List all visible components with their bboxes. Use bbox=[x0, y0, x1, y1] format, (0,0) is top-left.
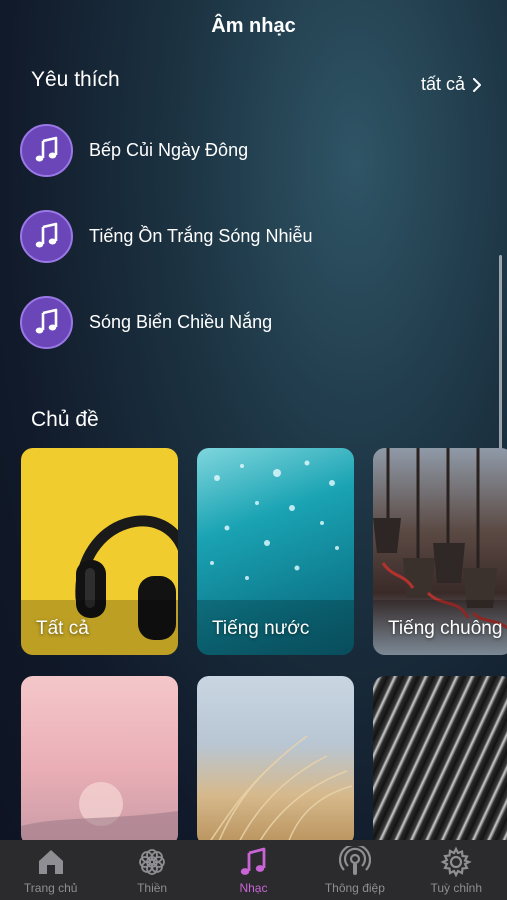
favorite-label: Sóng Biển Chiều Nắng bbox=[89, 311, 273, 332]
topic-card-label: Tiếng nước bbox=[212, 618, 310, 639]
topic-card-water[interactable]: Tiếng nước bbox=[197, 448, 354, 655]
music-note-icon bbox=[20, 295, 73, 349]
tab-messages[interactable]: Thông điệp bbox=[304, 845, 405, 895]
topic-card-all[interactable]: Tất cả bbox=[21, 448, 178, 655]
lotus-icon bbox=[139, 848, 165, 875]
tab-label: Thiền bbox=[137, 880, 168, 895]
tab-meditation[interactable]: Thiền bbox=[102, 846, 203, 895]
podcast-icon bbox=[338, 845, 371, 875]
topic-card-label: Tiếng chuông bbox=[388, 618, 503, 639]
tab-settings[interactable]: Tuỳ chỉnh bbox=[406, 846, 507, 895]
tab-label: Thông điệp bbox=[324, 880, 385, 895]
favorite-label: Tiếng Ồn Trắng Sóng Nhiễu bbox=[89, 225, 313, 246]
tab-music[interactable]: Nhạc bbox=[203, 846, 304, 895]
see-all-link[interactable]: tất cả bbox=[421, 74, 483, 95]
page-title: Âm nhạc bbox=[211, 15, 296, 37]
topic-card-bells[interactable]: Tiếng chuông bbox=[373, 448, 507, 655]
music-note-icon bbox=[241, 847, 266, 875]
tab-label: Trang chủ bbox=[23, 880, 78, 895]
grass-image bbox=[206, 735, 353, 846]
tab-label: Nhạc bbox=[239, 880, 268, 895]
favorite-label: Bếp Củi Ngày Đông bbox=[89, 139, 249, 160]
topic-card-pink[interactable] bbox=[21, 676, 178, 846]
topic-card-label: Tất cả bbox=[36, 618, 89, 639]
favorite-item[interactable]: Bếp Củi Ngày Đông bbox=[20, 123, 490, 177]
tab-label: Tuỳ chỉnh bbox=[430, 880, 483, 895]
favorite-item[interactable]: Tiếng Ồn Trắng Sóng Nhiễu bbox=[20, 209, 490, 263]
topic-card-grass[interactable] bbox=[197, 676, 354, 846]
sunset-image bbox=[21, 782, 178, 846]
home-icon bbox=[38, 849, 63, 874]
gear-icon bbox=[440, 846, 472, 877]
topics-title: Chủ đề bbox=[31, 408, 99, 431]
tab-home[interactable]: Trang chủ bbox=[0, 846, 101, 895]
favorites-title: Yêu thích bbox=[31, 68, 120, 91]
topic-card-rain[interactable] bbox=[373, 676, 507, 846]
chevron-right-icon bbox=[473, 77, 481, 92]
tab-bar: Trang chủ Thiền Nhạc Thông điệp Tuỳ chỉn… bbox=[0, 840, 507, 900]
favorite-item[interactable]: Sóng Biển Chiều Nắng bbox=[20, 295, 490, 349]
music-note-icon bbox=[20, 209, 73, 263]
music-note-icon bbox=[20, 123, 73, 177]
see-all-label: tất cả bbox=[420, 74, 465, 94]
